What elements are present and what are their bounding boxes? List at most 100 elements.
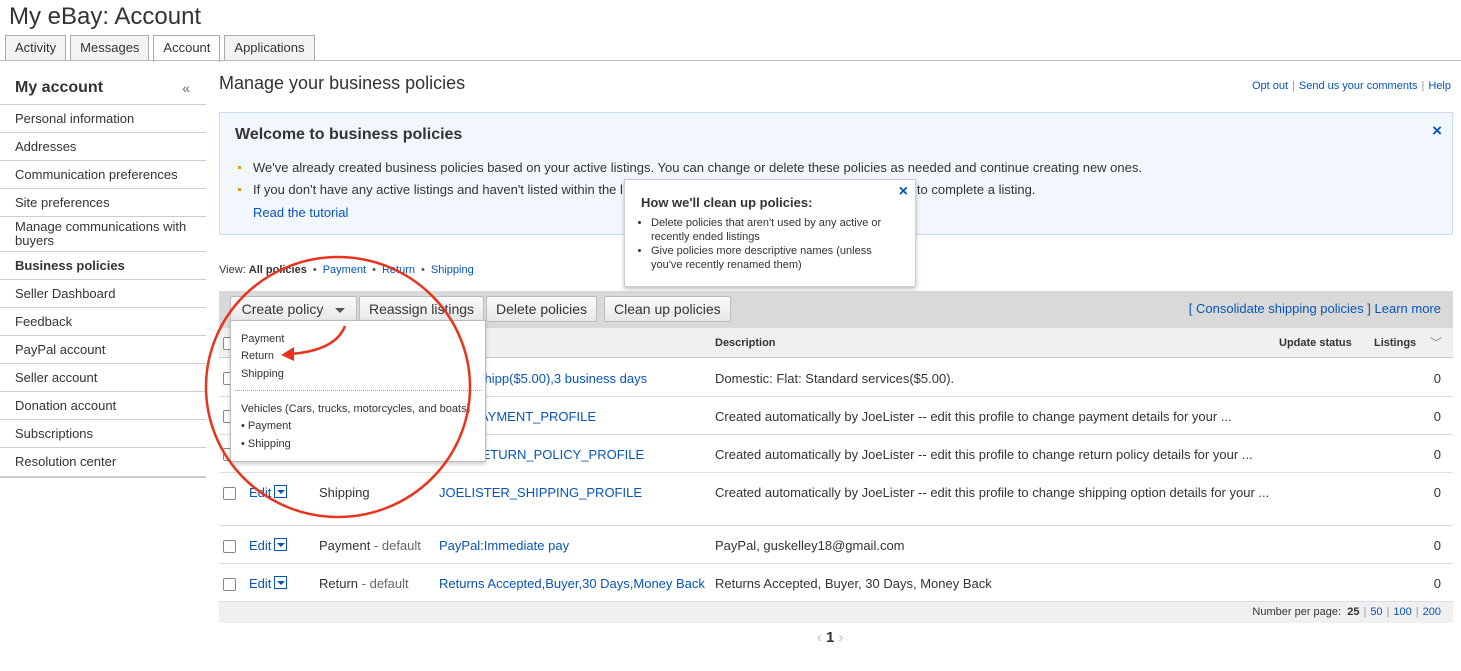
listing-count: 0	[1433, 447, 1441, 462]
reassign-listings-button[interactable]: Reassign listings	[359, 296, 485, 322]
read-tutorial-link[interactable]: Read the tutorial	[253, 205, 348, 220]
sidebar-item-seller-account[interactable]: Seller account	[0, 364, 206, 392]
link-separator: |	[1421, 80, 1425, 92]
menu-item-payment[interactable]: Payment	[241, 333, 284, 345]
default-tag: - default	[370, 538, 421, 553]
sidebar-item-paypal-account[interactable]: PayPal account	[0, 336, 206, 364]
learn-more-link[interactable]: Learn more	[1375, 301, 1441, 316]
view-all-policies[interactable]: All policies	[249, 264, 307, 276]
create-policy-menu: Payment Return Shipping Vehicles (Cars, …	[230, 320, 486, 462]
page-title: My eBay: Account	[9, 3, 202, 30]
welcome-bullet-text: If you don't have any active listings an…	[253, 182, 623, 197]
link-separator: |	[1386, 606, 1390, 618]
policy-name-link[interactable]: Returns Accepted,Buyer,30 Days,Money Bac…	[439, 576, 705, 591]
tab-applications[interactable]: Applications	[224, 35, 315, 60]
column-update-status: Update status	[1279, 337, 1352, 349]
send-comments-link[interactable]: Send us your comments	[1299, 80, 1418, 92]
edit-link[interactable]: Edit	[249, 576, 271, 591]
welcome-bullet: We've already created business policies …	[235, 157, 1435, 179]
sidebar-item-site-preferences[interactable]: Site preferences	[0, 189, 206, 217]
row-checkbox[interactable]	[223, 540, 236, 553]
menu-item-shipping[interactable]: Shipping	[241, 368, 284, 380]
table-row: Edit Shipping JOELISTER_SHIPPING_PROFILE…	[219, 473, 1453, 526]
tab-messages[interactable]: Messages	[70, 35, 150, 60]
sidebar: My account « Personal information Addres…	[0, 72, 206, 478]
column-listings[interactable]: Listings	[1374, 337, 1416, 349]
chevron-down-icon[interactable]: ﹀	[1430, 334, 1442, 351]
welcome-bullet-tail: to complete a listing.	[916, 182, 1036, 197]
sidebar-item-subscriptions[interactable]: Subscriptions	[0, 420, 206, 448]
collapse-icon[interactable]: «	[182, 80, 190, 96]
top-links: Opt out | Send us your comments | Help	[1252, 80, 1451, 92]
sidebar-item-personal-information[interactable]: Personal information	[0, 105, 206, 133]
view-shipping-link[interactable]: Shipping	[431, 264, 474, 276]
policy-name-link[interactable]: PayPal:Immediate pay	[439, 538, 569, 553]
edit-link[interactable]: Edit	[249, 538, 271, 553]
sidebar-item-feedback[interactable]: Feedback	[0, 308, 206, 336]
policy-type: Return - default	[319, 576, 409, 591]
chevron-down-icon[interactable]	[274, 576, 287, 589]
menu-item-vehicle-shipping[interactable]: • Shipping	[241, 438, 291, 450]
opt-out-link[interactable]: Opt out	[1252, 80, 1288, 92]
tab-bar: Activity Messages Account Applications	[5, 35, 315, 62]
sidebar-item-addresses[interactable]: Addresses	[0, 133, 206, 161]
chevron-down-icon[interactable]	[274, 485, 287, 498]
edit-link[interactable]: Edit	[249, 485, 271, 500]
close-icon[interactable]: ×	[899, 183, 908, 201]
policy-type-label: Payment	[319, 538, 371, 553]
table-row: Edit Return - default Returns Accepted,B…	[219, 564, 1453, 602]
view-return-link[interactable]: Return	[382, 264, 415, 276]
sidebar-item-seller-dashboard[interactable]: Seller Dashboard	[0, 280, 206, 308]
policy-description: Created automatically by JoeLister -- ed…	[715, 409, 1232, 424]
consolidate-shipping-link[interactable]: [ Consolidate shipping policies ]	[1189, 301, 1371, 316]
policy-type: Shipping	[319, 485, 370, 500]
policy-type-label: Return	[319, 576, 359, 591]
per-page-200[interactable]: 200	[1423, 606, 1441, 618]
per-page-selector: Number per page: 25 | 50 | 100 | 200	[1252, 606, 1441, 618]
view-prefix: View:	[219, 264, 246, 276]
prev-page-icon[interactable]: ‹	[817, 629, 822, 646]
policy-description: Returns Accepted, Buyer, 30 Days, Money …	[715, 576, 992, 591]
create-policy-button[interactable]: Create policy	[230, 296, 357, 322]
sidebar-title: My account	[15, 79, 104, 96]
per-page-50[interactable]: 50	[1370, 606, 1382, 618]
table-row: Edit Payment - default PayPal:Immediate …	[219, 526, 1453, 564]
menu-item-vehicle-payment[interactable]: • Payment	[241, 420, 291, 432]
sidebar-item-business-policies[interactable]: Business policies	[0, 252, 206, 280]
sidebar-item-donation-account[interactable]: Donation account	[0, 392, 206, 420]
help-link[interactable]: Help	[1428, 80, 1451, 92]
policy-description: PayPal, guskelley18@gmail.com	[715, 538, 905, 553]
sidebar-item-manage-communications[interactable]: Manage communications with buyers	[0, 217, 206, 252]
delete-policies-button[interactable]: Delete policies	[486, 296, 598, 322]
sidebar-header: My account «	[0, 72, 206, 105]
per-page-100[interactable]: 100	[1393, 606, 1411, 618]
main-heading: Manage your business policies	[219, 73, 466, 93]
per-page-25[interactable]: 25	[1347, 606, 1359, 618]
cleanup-tooltip: How we'll clean up policies: × Delete po…	[624, 179, 916, 287]
chevron-down-icon	[335, 307, 346, 313]
sidebar-item-resolution-center[interactable]: Resolution center	[0, 448, 206, 476]
menu-item-return[interactable]: Return	[241, 350, 274, 362]
row-checkbox[interactable]	[223, 578, 236, 591]
clean-up-policies-button[interactable]: Clean up policies	[604, 296, 731, 322]
tabs-divider	[0, 60, 1461, 61]
menu-vehicles-heading: Vehicles (Cars, trucks, motorcycles, and…	[241, 403, 471, 415]
link-separator: |	[1363, 606, 1367, 618]
view-dot: •	[372, 264, 376, 276]
tooltip-item: Delete policies that aren't used by any …	[651, 216, 901, 244]
view-filter: View: All policies • Payment • Return • Shippi…	[219, 264, 474, 276]
next-page-icon[interactable]: ›	[838, 629, 843, 646]
sidebar-item-communication-preferences[interactable]: Communication preferences	[0, 161, 206, 189]
chevron-down-icon[interactable]	[274, 538, 287, 551]
row-checkbox[interactable]	[223, 487, 236, 500]
tab-activity[interactable]: Activity	[5, 35, 67, 60]
close-icon[interactable]: ×	[1432, 121, 1442, 141]
tooltip-title: How we'll clean up policies:	[641, 195, 813, 210]
view-payment-link[interactable]: Payment	[323, 264, 366, 276]
link-separator: |	[1292, 80, 1295, 92]
policy-name-link[interactable]: JOELISTER_SHIPPING_PROFILE	[439, 485, 642, 500]
current-page: 1	[826, 629, 835, 646]
tab-account[interactable]: Account	[153, 35, 221, 62]
view-dot: •	[421, 264, 425, 276]
default-tag: - default	[358, 576, 409, 591]
